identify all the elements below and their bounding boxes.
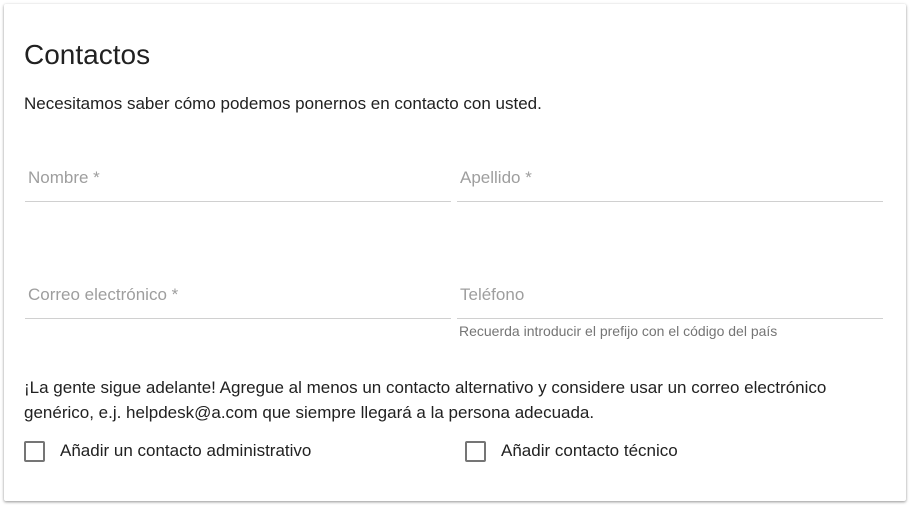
admin-contact-label[interactable]: Añadir un contacto administrativo bbox=[60, 441, 311, 461]
page-title: Contactos bbox=[24, 39, 151, 70]
phone-hint: Recuerda introducir el prefijo con el có… bbox=[459, 323, 778, 339]
checkbox-box[interactable] bbox=[24, 440, 45, 462]
last-name-input[interactable] bbox=[457, 154, 883, 202]
checkbox-box[interactable] bbox=[465, 440, 486, 462]
last-name-field bbox=[457, 154, 883, 204]
first-name-field bbox=[25, 154, 451, 204]
contacts-card: Contactos Necesitamos saber cómo podemos… bbox=[4, 4, 906, 501]
alternative-contact-notice: ¡La gente sigue adelante! Agregue al men… bbox=[24, 378, 827, 422]
email-input[interactable] bbox=[25, 271, 451, 319]
tech-contact-checkbox[interactable]: Añadir contacto técnico bbox=[465, 438, 678, 464]
admin-contact-checkbox[interactable]: Añadir un contacto administrativo bbox=[24, 438, 311, 464]
tech-contact-label[interactable]: Añadir contacto técnico bbox=[501, 441, 678, 461]
first-name-input[interactable] bbox=[25, 154, 451, 202]
intro-text: Necesitamos saber cómo podemos ponernos … bbox=[24, 94, 542, 113]
phone-field: Recuerda introducir el prefijo con el có… bbox=[457, 271, 883, 339]
phone-input[interactable] bbox=[457, 271, 883, 319]
email-field bbox=[25, 271, 451, 321]
